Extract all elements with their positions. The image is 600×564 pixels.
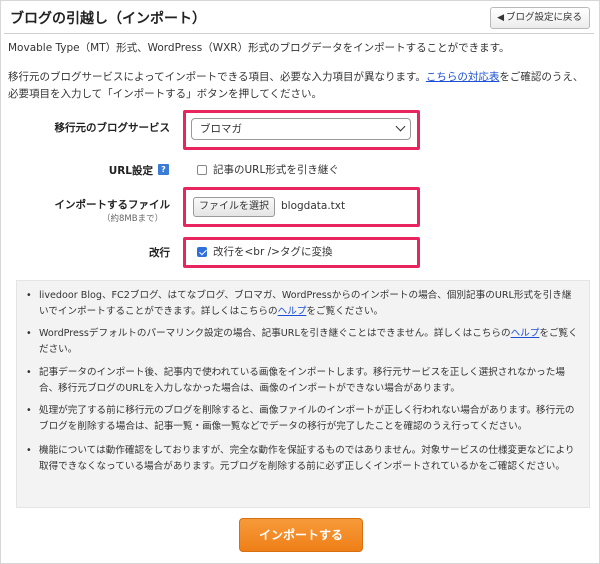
note-text-after: をご覧ください。: [306, 306, 384, 317]
service-select-value: ブロマガ: [200, 123, 242, 135]
note-item: • 記事データのインポート後、記事内で使われている画像をインポートします。移行元…: [26, 365, 578, 397]
note-item: • livedoor Blog、FC2ブログ、はてなブログ、ブロマガ、WordP…: [26, 288, 578, 320]
title-bar: ブログの引越し（インポート） ◀ ブログ設定に戻る: [4, 3, 594, 34]
intro-text-2-before: 移行元のブログサービスによってインポートできる項目、必要な入力項目が異なります。: [8, 71, 426, 83]
url-setting-label: URL設定: [108, 165, 153, 177]
note-text: WordPressデフォルトのパーマリンク設定の場合、記事URLを引き継ぐことは…: [39, 328, 511, 339]
keep-url-label: 記事のURL形式を引き継ぐ: [213, 164, 339, 176]
bullet: •: [26, 328, 32, 339]
intro-text-2: 移行元のブログサービスによってインポートできる項目、必要な入力項目が異なります。…: [8, 69, 594, 103]
chevron-down-icon: [395, 121, 406, 132]
page-title: ブログの引越し（インポート）: [10, 11, 206, 27]
service-select[interactable]: ブロマガ: [191, 118, 411, 140]
note-text: 機能については動作確認をしておりますが、完全な動作を保証するものではありません。…: [39, 445, 575, 472]
back-button-label: ブログ設定に戻る: [505, 12, 582, 23]
bullet: •: [26, 367, 32, 378]
help-icon[interactable]: ?: [158, 164, 169, 175]
intro-text-1: Movable Type（MT）形式、WordPress（WXR）形式のブログデ…: [8, 42, 510, 54]
convert-br-label: 改行を<br />タグに変換: [213, 246, 333, 258]
intro-text-3: 必要項目を入力して「インポートする」ボタンを押してください。: [8, 88, 323, 100]
note-text: 記事データのインポート後、記事内で使われている画像をインポートします。移行元サー…: [39, 367, 565, 394]
selected-file-name: blogdata.txt: [281, 200, 346, 212]
help-link[interactable]: ヘルプ: [511, 328, 540, 339]
bullet: •: [26, 445, 32, 456]
bullet: •: [26, 405, 32, 416]
linebreak-label: 改行: [149, 247, 170, 259]
note-text: 処理が完了する前に移行元のブログを削除すると、画像ファイルのインポートが正しく行…: [39, 405, 575, 432]
note-item: • 処理が完了する前に移行元のブログを削除すると、画像ファイルのインポートが正し…: [26, 403, 578, 435]
import-button[interactable]: インポートする: [239, 518, 363, 552]
notes-panel: • livedoor Blog、FC2ブログ、はてなブログ、ブロマガ、WordP…: [16, 280, 590, 508]
service-label: 移行元のブログサービス: [54, 122, 171, 134]
help-link[interactable]: ヘルプ: [278, 306, 307, 317]
intro-text-2-after: をご確認のうえ、: [499, 71, 584, 83]
bullet: •: [26, 290, 32, 301]
import-file-label: インポートするファイル: [54, 199, 171, 211]
back-arrow-icon: ◀: [497, 13, 504, 23]
keep-url-checkbox[interactable]: [197, 165, 207, 175]
compat-table-link[interactable]: こちらの対応表: [426, 71, 500, 83]
convert-br-checkbox[interactable]: [197, 247, 207, 257]
back-to-settings-button[interactable]: ◀ ブログ設定に戻る: [490, 7, 590, 29]
note-item: • 機能については動作確認をしておりますが、完全な動作を保証するものではありませ…: [26, 443, 578, 475]
note-item: • WordPressデフォルトのパーマリンク設定の場合、記事URLを引き継ぐこ…: [26, 326, 578, 358]
file-size-note: （約8MBまで）: [102, 214, 164, 224]
choose-file-button[interactable]: ファイルを選択: [193, 197, 275, 217]
